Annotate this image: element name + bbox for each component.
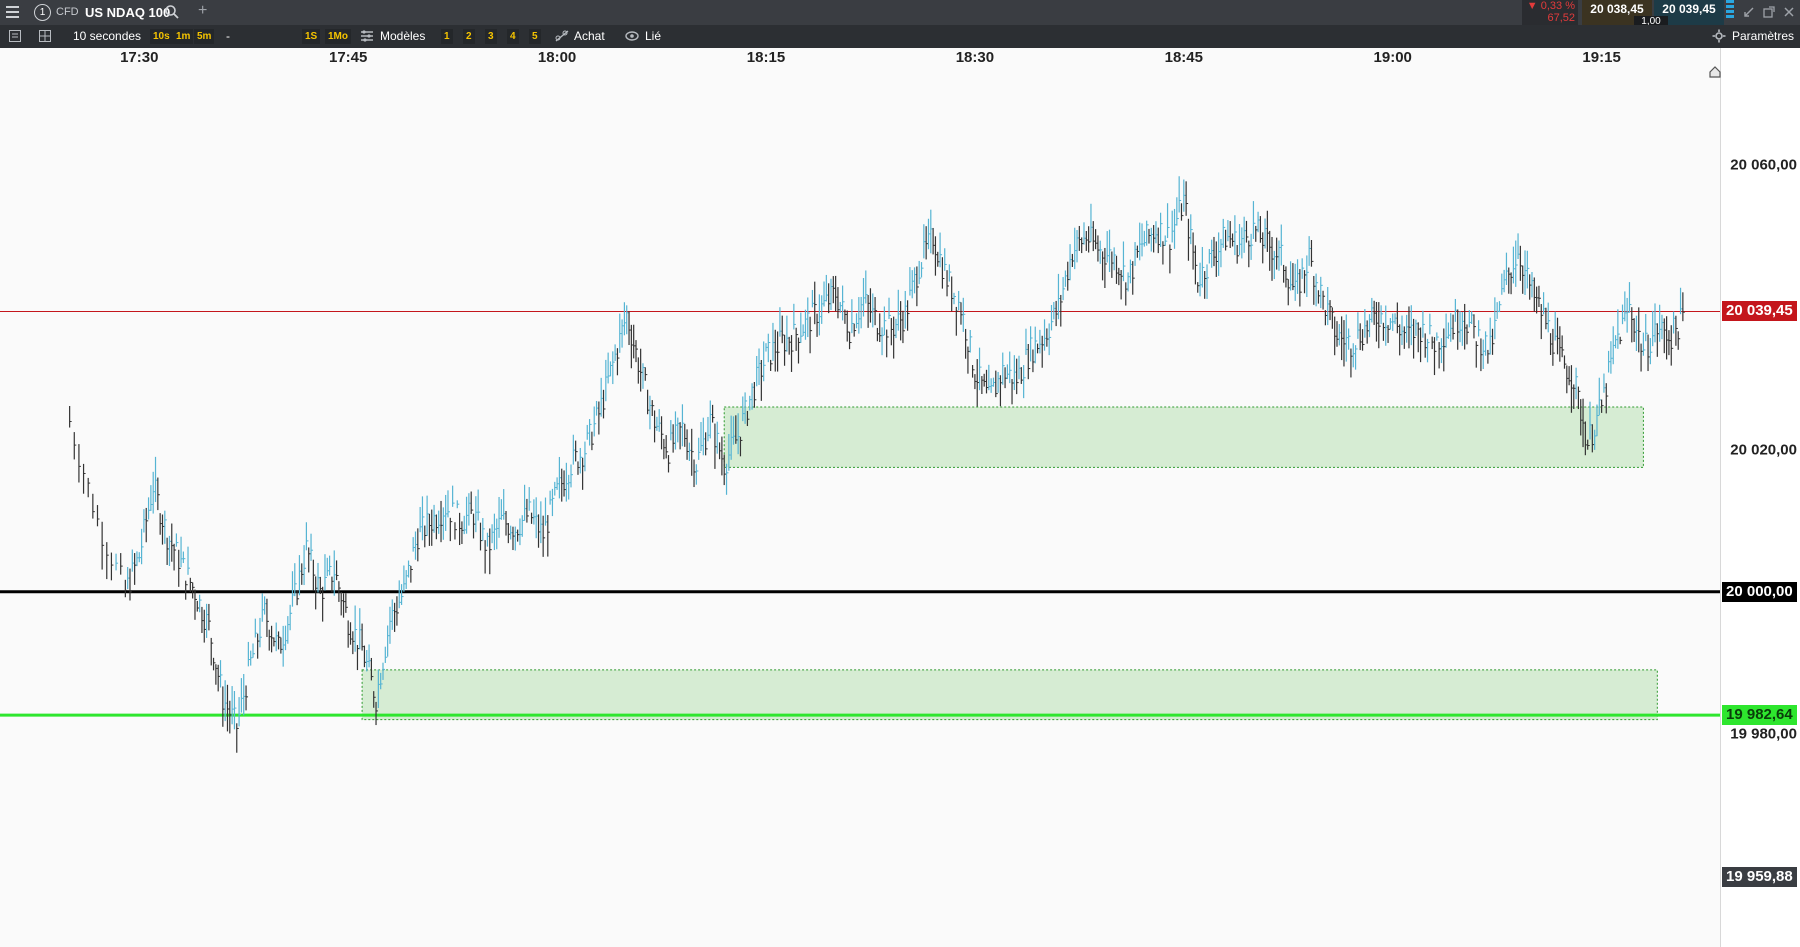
chart-toolbar: 10 secondes 10s 1m 5m - 1S 1Mo Modèles 1… — [0, 25, 1800, 48]
slot-1-button[interactable]: 1 — [441, 29, 453, 44]
interval-separator: - — [226, 29, 230, 43]
time-tick-label: 18:15 — [746, 49, 786, 66]
window-index-label: 1 — [39, 7, 46, 18]
shrink-icon[interactable] — [1742, 5, 1756, 24]
support-zone-2 — [361, 669, 1658, 721]
slot-4-button[interactable]: 4 — [507, 29, 519, 44]
instrument-header: 1 CFD US NDAQ 100 + ▼ 0,33 % 67,52 20 03… — [0, 0, 1800, 28]
add-tab-button[interactable]: + — [198, 2, 207, 20]
settings-button[interactable]: Paramètres — [1732, 25, 1794, 48]
support-zone-1 — [723, 406, 1644, 468]
current-price-tag: 20 039,45 — [1722, 301, 1797, 322]
templates-icon[interactable] — [360, 25, 374, 48]
time-tick-label: 17:30 — [120, 49, 159, 66]
menu-icon[interactable] — [6, 6, 19, 19]
link-icon[interactable] — [625, 25, 639, 48]
window-index-badge[interactable]: 1 — [34, 4, 51, 21]
level-line-1-tag: 20 000,00 — [1722, 581, 1797, 602]
settings-icon[interactable] — [1712, 25, 1726, 48]
sell-price: 20 038,45 — [1590, 2, 1644, 16]
buy-mode-button[interactable]: Achat — [574, 25, 605, 48]
list-view-icon[interactable] — [8, 25, 22, 48]
interval-1m-button[interactable]: 1m — [173, 29, 194, 44]
slot-3-button[interactable]: 3 — [485, 29, 497, 44]
price-tick-label: 19 980,00 — [1730, 725, 1797, 743]
interval-5m-button[interactable]: 5m — [194, 29, 215, 44]
buy-scale-icon[interactable] — [554, 25, 570, 48]
price-chart[interactable] — [0, 66, 1720, 947]
price-axis[interactable]: 20 060,00 20 020,00 19 980,00 — [1709, 48, 1800, 947]
instrument-type-label: CFD — [56, 6, 79, 18]
templates-button[interactable]: Modèles — [380, 25, 425, 48]
time-tick-label: 19:15 — [1582, 49, 1621, 66]
period-1s-button[interactable]: 1S — [302, 29, 321, 44]
search-icon[interactable] — [164, 4, 180, 25]
slot-5-button[interactable]: 5 — [529, 29, 541, 44]
popout-icon[interactable] — [1762, 5, 1776, 24]
scroll-up-icon[interactable] — [1708, 65, 1722, 83]
price-tick-label: 20 020,00 — [1730, 441, 1797, 459]
price-change-box: ▼ 0,33 % 67,52 — [1522, 0, 1578, 25]
slot-2-button[interactable]: 2 — [463, 29, 475, 44]
chart-svg[interactable] — [0, 66, 1720, 947]
linked-button[interactable]: Lié — [645, 25, 661, 48]
price-tick-label: 20 060,00 — [1730, 156, 1797, 174]
time-tick-label: 17:45 — [328, 49, 368, 66]
interval-10s-button[interactable]: 10s — [150, 29, 173, 44]
time-axis: 17:30 17:45 18:00 18:15 18:30 18:45 19:00 19:15 — [0, 48, 1720, 67]
period-1mo-button[interactable]: 1Mo — [325, 29, 351, 44]
visible-low-tag: 19 959,88 — [1722, 866, 1797, 887]
instrument-name[interactable]: US NDAQ 100 — [85, 5, 170, 20]
time-tick-label: 18:00 — [537, 49, 577, 66]
layout-icon[interactable] — [38, 25, 52, 48]
close-icon[interactable] — [1782, 5, 1796, 24]
interval-selector[interactable]: 10 secondes — [73, 25, 141, 48]
change-pct: ▼ 0,33 % — [1526, 0, 1575, 12]
level-line-2-tag: 19 982,64 — [1722, 705, 1797, 726]
time-tick-label: 19:00 — [1373, 49, 1412, 66]
change-abs: 67,52 — [1547, 12, 1575, 24]
time-tick-label: 18:45 — [1164, 49, 1203, 66]
time-tick-label: 18:30 — [955, 49, 995, 66]
buy-price: 20 039,45 — [1662, 2, 1716, 16]
color-strip — [1726, 0, 1734, 25]
